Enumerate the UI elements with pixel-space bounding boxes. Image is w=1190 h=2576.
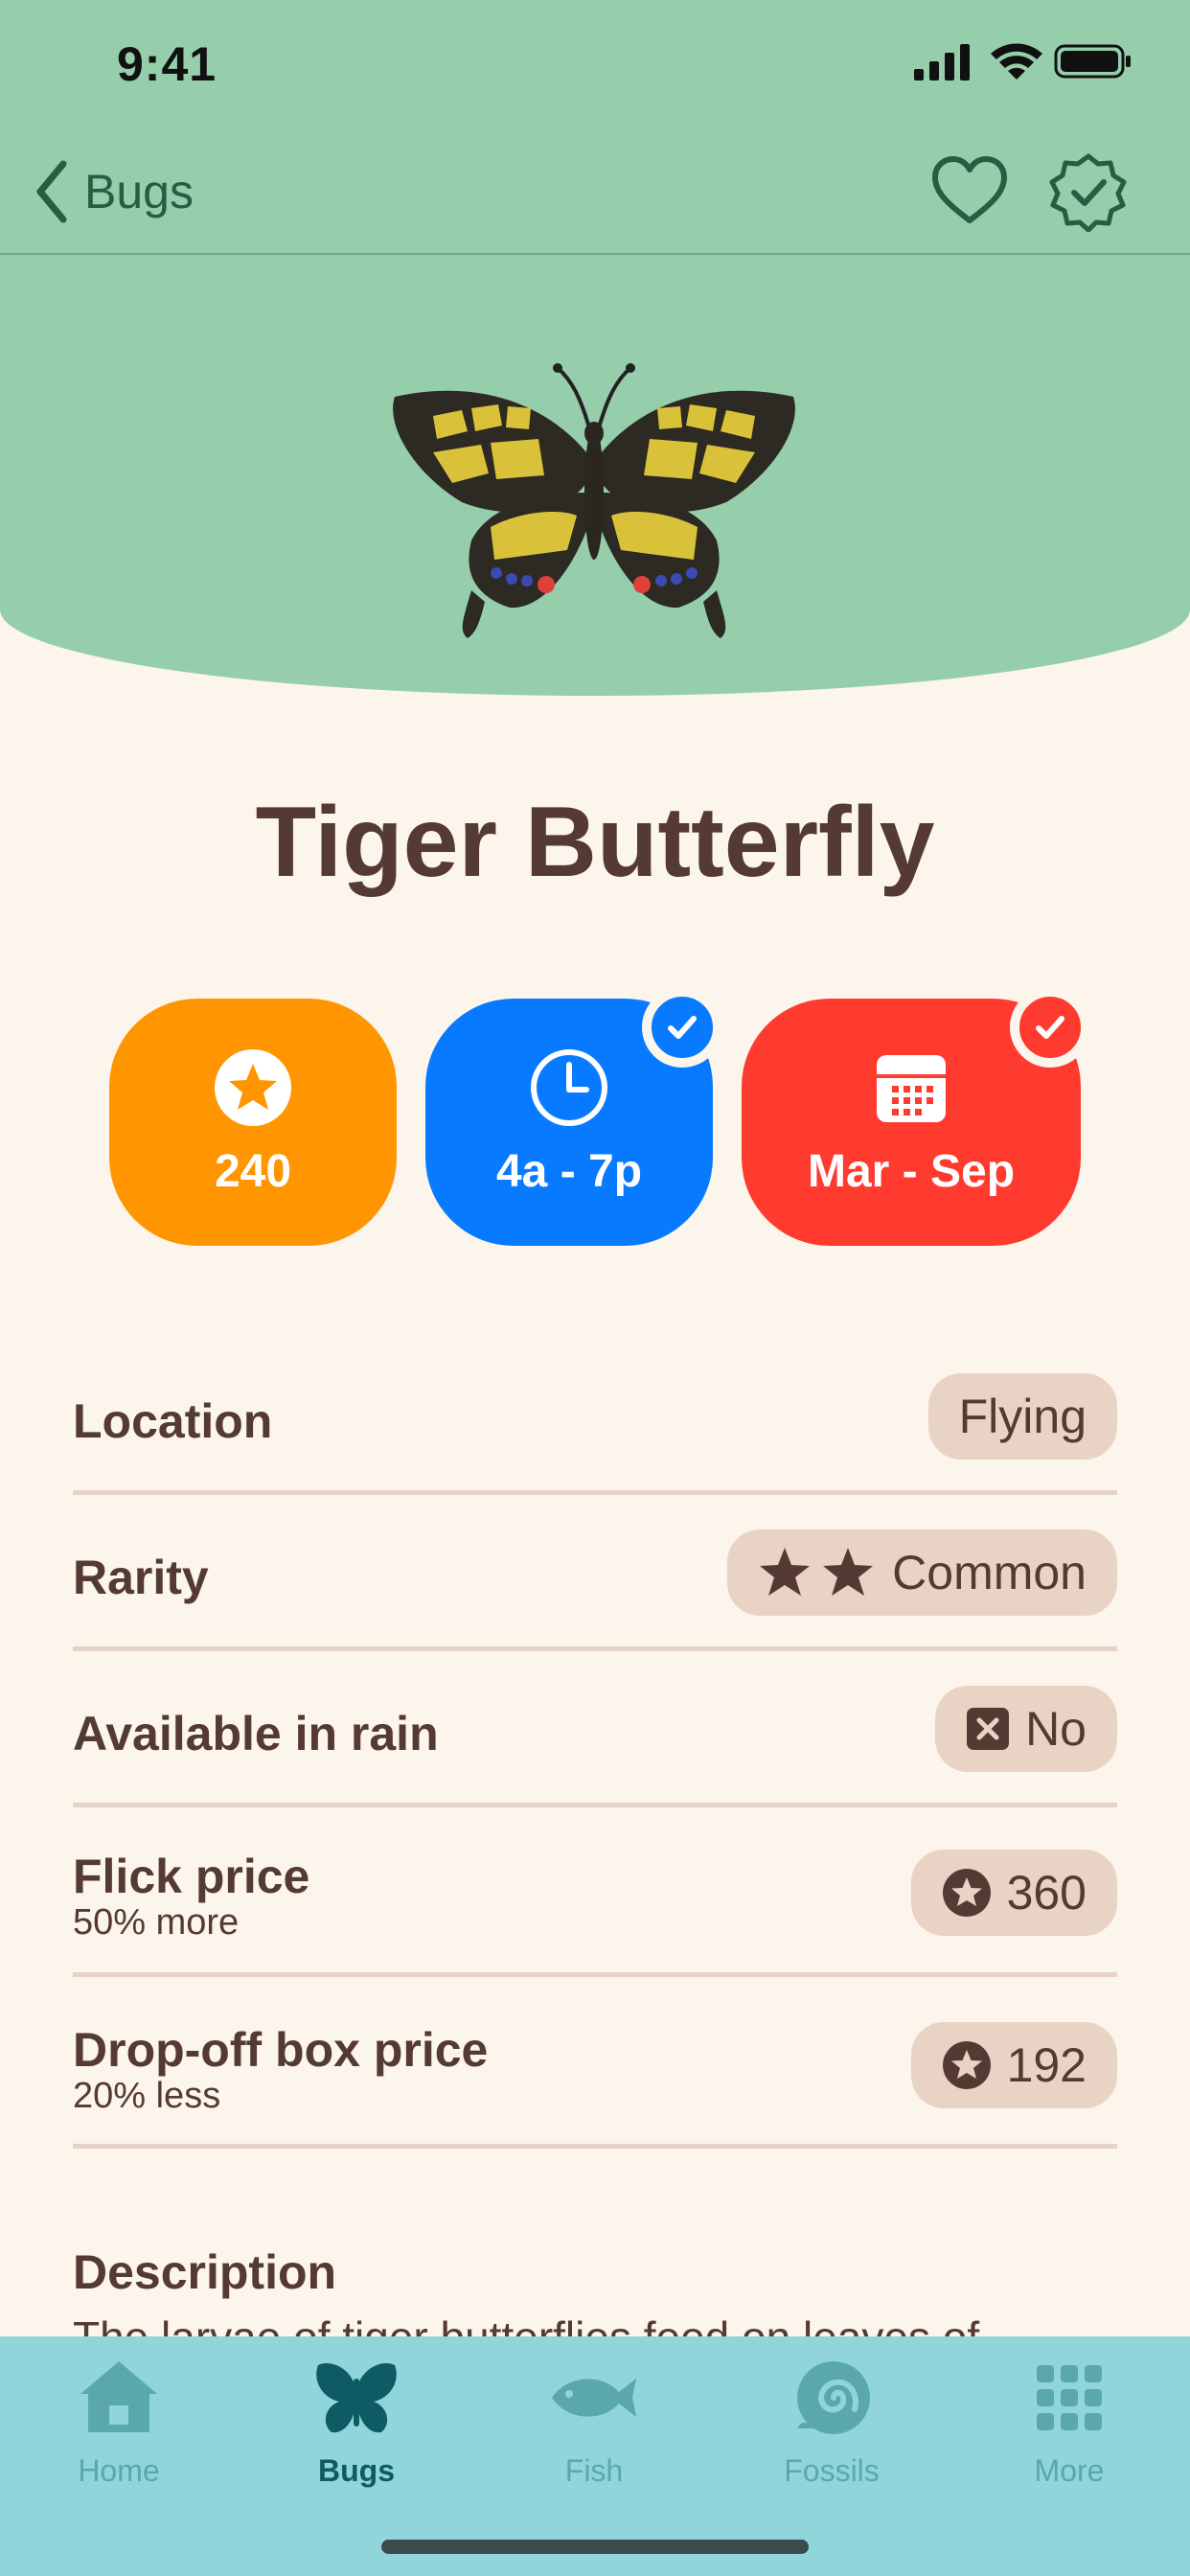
time-stat-label: 4a - 7p — [495, 1145, 643, 1197]
dropoff-price-subtitle: 20% less — [73, 2076, 221, 2116]
checkmark-icon — [1036, 1016, 1064, 1039]
price-stat[interactable]: 240 — [109, 999, 397, 1246]
donate-button[interactable] — [1048, 151, 1129, 233]
star-circle-icon — [215, 1048, 291, 1126]
tab-fossils-label: Fossils — [784, 2453, 880, 2488]
wifi-icon — [991, 43, 1042, 80]
house-icon — [80, 2361, 157, 2432]
tab-home[interactable]: Home — [23, 2356, 215, 2509]
checkmark-icon — [668, 1016, 697, 1039]
rain-pill: No — [935, 1686, 1117, 1772]
flick-price-value: 360 — [1006, 1866, 1087, 1920]
location-row: Location Flying — [73, 1370, 1117, 1495]
price-stat-label: 240 — [214, 1145, 292, 1197]
tab-bugs-label: Bugs — [318, 2453, 395, 2488]
clock-icon — [531, 1048, 607, 1126]
flick-price-title: Flick price — [73, 1850, 310, 1903]
dropoff-price-pill: 192 — [910, 2022, 1117, 2108]
flick-price-pill: 360 — [910, 1850, 1117, 1936]
critter-hero — [0, 255, 1190, 696]
flick-price-row: Flick price 50% more 360 — [73, 1839, 1117, 1977]
tab-more-label: More — [1034, 2453, 1105, 2488]
star-circle-icon — [942, 2041, 991, 2089]
grid-icon — [1037, 2365, 1102, 2430]
tab-fish-label: Fish — [564, 2453, 624, 2488]
season-stat-label: Mar - Sep — [807, 1145, 1016, 1197]
xmark-square-icon — [967, 1708, 1010, 1750]
back-label: Bugs — [84, 165, 194, 218]
tab-fossils[interactable]: Fossils — [736, 2356, 927, 2509]
rarity-row-title: Rarity — [73, 1551, 209, 1604]
dropoff-price-title: Drop-off box price — [73, 2023, 489, 2077]
rarity-row: Rarity Common — [73, 1527, 1117, 1651]
tab-more[interactable]: More — [973, 2356, 1165, 2509]
location-value: Flying — [958, 1390, 1087, 1443]
favorite-button[interactable] — [929, 151, 1010, 232]
nav-bar: Bugs — [0, 134, 1190, 255]
rain-value: No — [1025, 1702, 1087, 1756]
tab-home-label: Home — [78, 2453, 160, 2488]
checkmark-seal-icon — [1049, 153, 1127, 233]
description-title: Description — [73, 2245, 337, 2299]
status-bar: 9:41 — [0, 0, 1190, 134]
tab-fish[interactable]: Fish — [498, 2356, 690, 2509]
calendar-icon — [877, 1054, 946, 1122]
fish-icon — [552, 2379, 636, 2417]
rain-row: Available in rain No — [73, 1683, 1117, 1807]
critter-name-title: Tiger Butterfly — [255, 787, 935, 898]
season-checked-badge — [1010, 987, 1090, 1068]
status-icons — [914, 43, 1131, 80]
star-circle-icon — [942, 1869, 991, 1917]
location-pill: Flying — [927, 1373, 1117, 1460]
back-button[interactable]: Bugs — [33, 155, 194, 228]
dropoff-price-value: 192 — [1006, 2038, 1087, 2092]
fossil-shell-icon — [797, 2361, 870, 2434]
location-row-title: Location — [73, 1394, 273, 1448]
rarity-pill: Common — [727, 1530, 1117, 1616]
season-stat[interactable]: Mar - Sep — [742, 987, 1090, 1246]
flick-price-subtitle: 50% more — [73, 1902, 240, 1943]
chevron-left-icon — [36, 160, 67, 223]
time-stat[interactable]: 4a - 7p — [425, 987, 722, 1246]
rarity-value: Common — [892, 1546, 1087, 1599]
heart-icon — [932, 156, 1007, 223]
butterfly-icon — [316, 2363, 397, 2433]
rarity-stars-icon — [760, 1548, 874, 1596]
dropoff-price-row: Drop-off box price 20% less 192 — [73, 2009, 1117, 2149]
home-indicator[interactable] — [381, 2540, 809, 2554]
battery-icon — [1054, 44, 1131, 79]
rain-row-title: Available in rain — [73, 1707, 439, 1760]
status-time: 9:41 — [117, 37, 217, 91]
tab-bugs[interactable]: Bugs — [261, 2356, 452, 2509]
time-checked-badge — [642, 987, 722, 1068]
cellular-signal-icon — [914, 44, 970, 80]
butterfly-illustration — [393, 363, 795, 638]
